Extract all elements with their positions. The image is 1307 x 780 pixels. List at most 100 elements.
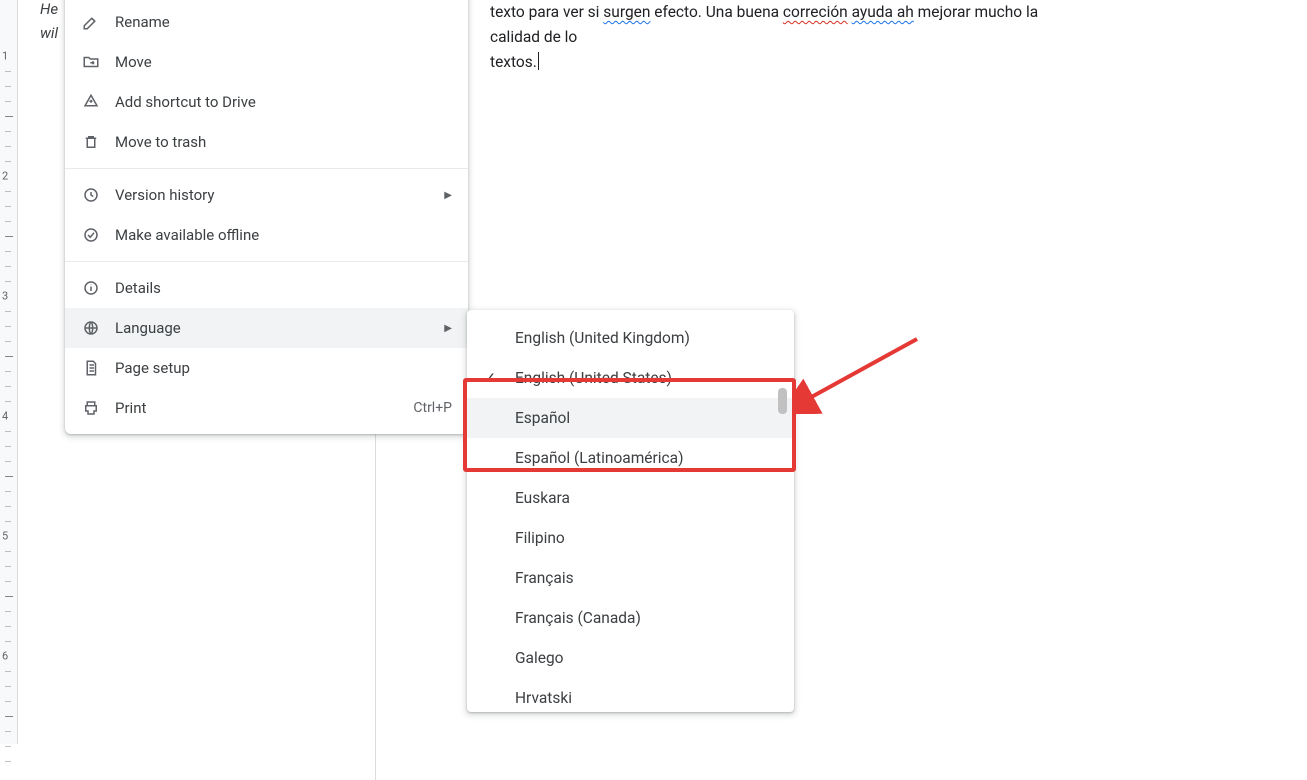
ruler-tick <box>5 236 13 237</box>
menu-item-move[interactable]: Move <box>65 42 468 82</box>
ruler-tick <box>5 161 11 162</box>
ruler-tick <box>5 506 11 507</box>
menu-item-trash[interactable]: Move to trash <box>65 122 468 162</box>
clipped-text: He wil <box>40 0 58 45</box>
ruler-tick <box>5 431 11 432</box>
ruler-tick <box>5 401 11 402</box>
menu-label: Rename <box>115 13 452 31</box>
language-option-gl[interactable]: Galego <box>467 638 794 678</box>
ruler-tick <box>5 611 11 612</box>
ruler-tick <box>5 86 11 87</box>
language-submenu: English (United Kingdom) ✓ English (Unit… <box>467 310 794 712</box>
drive-shortcut-icon <box>81 92 101 112</box>
language-label: Français <box>515 569 574 587</box>
ruler-number: 4 <box>2 410 8 423</box>
ruler-tick <box>5 686 11 687</box>
language-label: Filipino <box>515 529 565 547</box>
language-label: Euskara <box>515 489 570 507</box>
ruler-number: 5 <box>2 530 8 543</box>
pencil-icon <box>81 12 101 32</box>
menu-item-page-setup[interactable]: Page setup <box>65 348 468 388</box>
doc-frag: texto para ver si <box>490 3 603 21</box>
language-option-fr-ca[interactable]: Français (Canada) <box>467 598 794 638</box>
ruler-tick <box>5 461 11 462</box>
ruler-tick <box>5 131 11 132</box>
menu-label: Details <box>115 279 452 297</box>
ruler-tick <box>5 491 11 492</box>
doc-frag: textos. <box>490 53 537 71</box>
ruler-tick <box>5 116 13 117</box>
language-option-eu[interactable]: Euskara <box>467 478 794 518</box>
menu-label: Print <box>115 399 413 417</box>
ruler-tick <box>5 371 11 372</box>
annotation-arrow <box>794 334 924 414</box>
ruler-number: 3 <box>2 290 8 303</box>
menu-shortcut: Ctrl+P <box>413 400 452 416</box>
scrollbar-thumb[interactable] <box>778 388 787 414</box>
ruler-tick <box>5 71 11 72</box>
menu-label: Page setup <box>115 359 452 377</box>
ruler-tick <box>5 521 11 522</box>
ruler-tick <box>5 221 11 222</box>
ruler-tick <box>5 326 11 327</box>
menu-item-add-shortcut[interactable]: Add shortcut to Drive <box>65 82 468 122</box>
ruler-tick <box>5 746 11 747</box>
language-option-en-gb[interactable]: English (United Kingdom) <box>467 318 794 358</box>
ruler-number: 2 <box>2 170 8 183</box>
language-label: Français (Canada) <box>515 609 641 627</box>
menu-item-version-history[interactable]: Version history ▶ <box>65 175 468 215</box>
menu-label: Move to trash <box>115 133 452 151</box>
language-option-hr[interactable]: Hrvatski <box>467 678 794 718</box>
ruler-tick <box>5 356 13 357</box>
ruler-tick <box>5 596 13 597</box>
ruler-tick <box>5 701 11 702</box>
menu-label: Language <box>115 319 444 337</box>
grammar-underline[interactable]: ayuda ah <box>852 3 914 21</box>
ruler-tick <box>5 551 11 552</box>
print-icon <box>81 398 101 418</box>
language-option-fil[interactable]: Filipino <box>467 518 794 558</box>
ruler-number: 6 <box>2 650 8 663</box>
doc-frag: efecto. Una buena <box>650 3 782 21</box>
language-option-en-us[interactable]: ✓ English (United States) <box>467 358 794 398</box>
spell-underline[interactable]: correción <box>783 3 848 21</box>
document-body[interactable]: texto para ver si surgen efecto. Una bue… <box>490 0 1050 75</box>
menu-item-language[interactable]: Language ▶ <box>65 308 468 348</box>
offline-icon <box>81 225 101 245</box>
language-label: Español <box>515 409 570 427</box>
ruler-tick <box>5 566 11 567</box>
menu-item-details[interactable]: Details <box>65 268 468 308</box>
submenu-arrow-icon: ▶ <box>444 323 452 334</box>
clipped-line-2: wil <box>40 24 58 42</box>
text-cursor <box>538 52 539 70</box>
ruler-tick <box>5 476 13 477</box>
grammar-underline[interactable]: surgen <box>603 3 650 21</box>
ruler-tick <box>5 146 11 147</box>
clipped-line-1: He <box>40 0 58 18</box>
menu-item-offline[interactable]: Make available offline <box>65 215 468 255</box>
ruler-tick <box>5 581 11 582</box>
menu-separator <box>65 261 468 262</box>
language-option-fr[interactable]: Français <box>467 558 794 598</box>
file-menu: Rename Move Add shortcut to Drive Move t… <box>65 0 468 434</box>
menu-item-rename[interactable]: Rename <box>65 2 468 42</box>
ruler-tick <box>5 671 11 672</box>
ruler-tick <box>5 206 11 207</box>
ruler-tick <box>5 191 11 192</box>
ruler-tick <box>5 281 11 282</box>
trash-icon <box>81 132 101 152</box>
ruler-tick <box>5 761 11 762</box>
language-label: Español (Latinoamérica) <box>515 449 684 467</box>
language-label: Hrvatski <box>515 689 572 707</box>
menu-label: Move <box>115 53 452 71</box>
menu-item-print[interactable]: Print Ctrl+P <box>65 388 468 428</box>
vertical-ruler: 123456 <box>0 0 18 744</box>
language-label: English (United States) <box>515 369 672 387</box>
language-option-es[interactable]: Español <box>467 398 794 438</box>
ruler-tick <box>5 626 11 627</box>
ruler-tick <box>5 716 13 717</box>
ruler-tick <box>5 731 11 732</box>
language-option-es-la[interactable]: Español (Latinoamérica) <box>467 438 794 478</box>
ruler-tick <box>5 266 11 267</box>
ruler-tick <box>5 311 11 312</box>
